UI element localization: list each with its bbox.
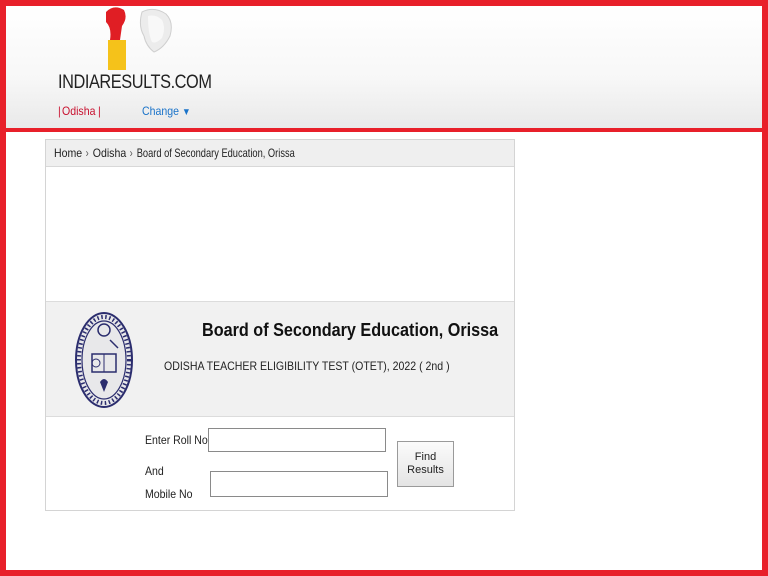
state-separator-left: | [58, 104, 61, 118]
board-seal-icon [75, 312, 133, 408]
and-label: And [145, 464, 164, 478]
roll-number-input[interactable] [208, 428, 386, 452]
exam-name: ODISHA TEACHER ELIGIBILITY TEST (OTET), … [164, 359, 450, 373]
organization-box: Board of Secondary Education, Orissa ODI… [46, 301, 514, 417]
site-header: INDIARESULTS.COM | Odisha | Change ▼ [6, 6, 762, 132]
change-state-link[interactable]: Change ▼ [142, 104, 191, 118]
change-state-label: Change [142, 104, 180, 118]
state-separator-right: | [98, 104, 101, 118]
breadcrumb-separator: › [85, 146, 89, 160]
site-logo-graphic[interactable] [104, 6, 184, 70]
result-search-form: Enter Roll No And Mobile No Find Results [46, 417, 514, 513]
ad-space [46, 167, 514, 301]
selected-state: Odisha [62, 104, 96, 118]
breadcrumb-separator: › [129, 146, 133, 160]
mobile-number-label: Mobile No [145, 487, 193, 501]
triangle-down-icon: ▼ [181, 107, 191, 118]
find-results-label-line1: Find [414, 451, 437, 463]
breadcrumb-home[interactable]: Home [54, 146, 82, 160]
find-results-label-line2: Results [407, 464, 444, 476]
organization-title: Board of Secondary Education, Orissa [202, 320, 499, 340]
breadcrumb-odisha[interactable]: Odisha [93, 146, 126, 160]
find-results-button[interactable]: Find Results [397, 441, 454, 487]
site-logo-text[interactable]: INDIARESULTS.COM [58, 72, 212, 94]
breadcrumb: Home › Odisha › Board of Secondary Education… [46, 140, 514, 167]
mobile-number-input[interactable] [210, 471, 388, 497]
roll-number-label: Enter Roll No [145, 433, 208, 447]
results-panel: Home › Odisha › Board of Secondary Education… [45, 139, 515, 511]
breadcrumb-current: Board of Secondary Education, Orissa [136, 146, 295, 160]
